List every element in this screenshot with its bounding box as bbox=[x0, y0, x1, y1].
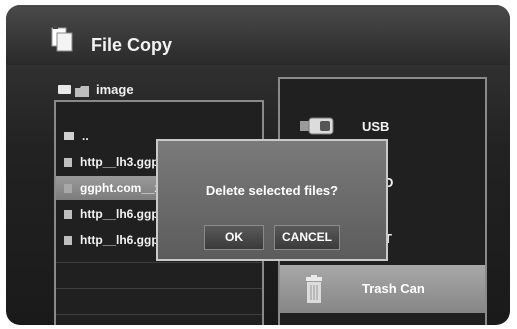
file-name: http__lh6.ggp bbox=[80, 207, 159, 221]
list-divider bbox=[56, 288, 262, 289]
confirm-delete-dialog: Delete selected files? OK CANCEL bbox=[156, 139, 388, 261]
current-folder-label: image bbox=[96, 81, 134, 97]
device-badge-icon bbox=[58, 84, 71, 94]
destination-trash-can[interactable]: Trash Can bbox=[280, 265, 485, 313]
file-name: http__lh3.ggp bbox=[80, 155, 159, 169]
ok-button[interactable]: OK bbox=[204, 225, 264, 250]
list-divider bbox=[56, 314, 262, 315]
file-name: ggpht.com__x6 bbox=[80, 181, 169, 195]
page-title: File Copy bbox=[91, 35, 173, 55]
file-name: .. bbox=[82, 129, 89, 143]
folder-icon bbox=[75, 84, 89, 97]
file-icon bbox=[64, 157, 72, 167]
trash-can-icon bbox=[306, 275, 322, 308]
destination-label: Trash Can bbox=[362, 281, 425, 296]
usb-icon bbox=[300, 115, 336, 142]
cancel-button[interactable]: CANCEL bbox=[274, 225, 340, 250]
title-bar: File Copy bbox=[6, 5, 510, 65]
file-icon bbox=[64, 235, 72, 245]
list-divider bbox=[56, 262, 262, 263]
parent-folder-icon bbox=[64, 132, 74, 140]
file-icon bbox=[64, 183, 72, 193]
file-name: http__lh6.ggp bbox=[80, 233, 159, 247]
dialog-message: Delete selected files? bbox=[205, 183, 339, 198]
app-screen: File Copy image .. http__lh3.ggp ggpht.c… bbox=[6, 5, 510, 325]
file-icon bbox=[64, 209, 72, 219]
destination-label: USB bbox=[362, 119, 390, 134]
file-copy-icon bbox=[50, 25, 74, 53]
breadcrumb: image bbox=[58, 80, 134, 98]
